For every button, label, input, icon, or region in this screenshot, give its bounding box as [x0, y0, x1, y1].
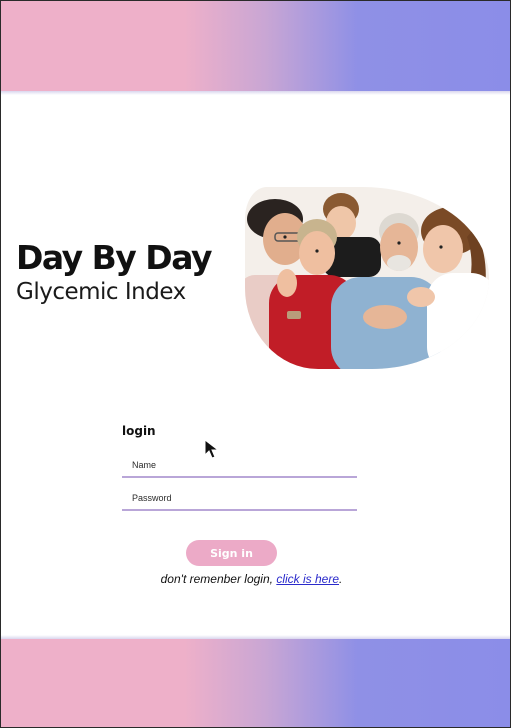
password-input[interactable]: [122, 487, 357, 511]
app-title: Day By Day: [16, 238, 212, 277]
mouse-cursor-icon: [204, 439, 220, 459]
bottom-gradient-banner: [1, 635, 510, 727]
app-subtitle: Glycemic Index: [16, 279, 186, 305]
family-photo: [245, 187, 489, 369]
top-gradient-banner: [1, 1, 510, 95]
family-photo-illustration: [245, 187, 489, 369]
brand-block: Day By Day Glycemic Index: [16, 239, 236, 307]
forgot-login-text: don't remenber login,: [160, 572, 277, 586]
forgot-login-suffix: .: [339, 572, 343, 586]
sign-in-button[interactable]: Sign in: [186, 540, 277, 566]
forgot-login-line: don't remenber login, click is here.: [1, 572, 510, 586]
name-input[interactable]: [122, 454, 357, 478]
app-frame: Day By Day Glycemic Index login Name Sig…: [0, 0, 511, 728]
login-heading: login: [122, 424, 156, 438]
forgot-login-link[interactable]: click is here: [276, 572, 339, 586]
